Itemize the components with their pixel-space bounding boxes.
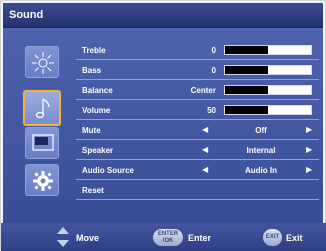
mute-left-arrow-icon[interactable]: ◀ <box>202 125 208 134</box>
speaker-row[interactable]: Speaker ◀ Internal ▶ <box>76 141 319 160</box>
treble-slider-fill <box>225 46 268 54</box>
treble-slider[interactable] <box>224 45 312 55</box>
mute-row[interactable]: Mute ◀ Off ▶ <box>76 121 319 140</box>
balance-row[interactable]: Balance Center <box>76 81 319 100</box>
enter-key-icon: ENTER /OK <box>153 229 183 246</box>
sound-note-icon <box>35 98 50 119</box>
speaker-right-arrow-icon[interactable]: ▶ <box>306 145 312 154</box>
volume-value: 50 <box>207 106 216 115</box>
osd-screen: Sound Treble 0 Bass 0 Balance Center Vol… <box>0 0 326 251</box>
audio-source-right-arrow-icon[interactable]: ▶ <box>306 165 312 174</box>
picture-brightness-icon <box>32 52 54 74</box>
bass-value: 0 <box>211 66 216 75</box>
screen-display-icon <box>32 134 54 151</box>
exit-label: Exit <box>286 233 303 243</box>
bass-label: Bass <box>82 66 102 75</box>
sidebar-sound-button[interactable] <box>23 90 61 126</box>
speaker-value: Internal <box>246 146 276 155</box>
speaker-label: Speaker <box>82 146 114 155</box>
audio-source-left-arrow-icon[interactable]: ◀ <box>202 165 208 174</box>
title-bar: Sound <box>3 3 323 28</box>
balance-slider-fill <box>225 86 268 94</box>
menu-title: Sound <box>9 9 44 21</box>
bass-row[interactable]: Bass 0 <box>76 61 319 80</box>
mute-label: Mute <box>82 126 101 135</box>
bass-slider-fill <box>225 66 268 74</box>
help-bar: Move ENTER /OK Enter EXIT Exit <box>1 223 326 251</box>
audio-source-row[interactable]: Audio Source ◀ Audio In ▶ <box>76 161 319 180</box>
sidebar-settings-button[interactable] <box>25 164 59 196</box>
audio-source-label: Audio Source <box>82 166 135 175</box>
volume-label: Volume <box>82 106 111 115</box>
balance-label: Balance <box>82 86 113 95</box>
exit-key-icon: EXIT <box>263 229 282 246</box>
volume-slider[interactable] <box>224 105 312 115</box>
treble-label: Treble <box>82 46 106 55</box>
balance-slider[interactable] <box>224 85 312 95</box>
move-label: Move <box>76 233 100 243</box>
mute-value: Off <box>255 126 267 135</box>
settings-gear-icon <box>33 171 53 191</box>
balance-value: Center <box>190 86 216 95</box>
sidebar-screen-button[interactable] <box>25 127 59 159</box>
audio-source-value: Audio In <box>245 166 277 175</box>
reset-row[interactable]: Reset <box>76 181 319 200</box>
bass-slider[interactable] <box>224 65 312 75</box>
speaker-left-arrow-icon[interactable]: ◀ <box>202 145 208 154</box>
volume-row[interactable]: Volume 50 <box>76 101 319 120</box>
volume-slider-fill <box>225 106 268 114</box>
enter-label: Enter <box>188 233 212 243</box>
treble-row[interactable]: Treble 0 <box>76 41 319 60</box>
move-arrows-icon <box>57 227 69 247</box>
reset-label: Reset <box>82 186 104 195</box>
sidebar-picture-button[interactable] <box>25 46 59 78</box>
treble-value: 0 <box>211 46 216 55</box>
mute-right-arrow-icon[interactable]: ▶ <box>306 125 312 134</box>
